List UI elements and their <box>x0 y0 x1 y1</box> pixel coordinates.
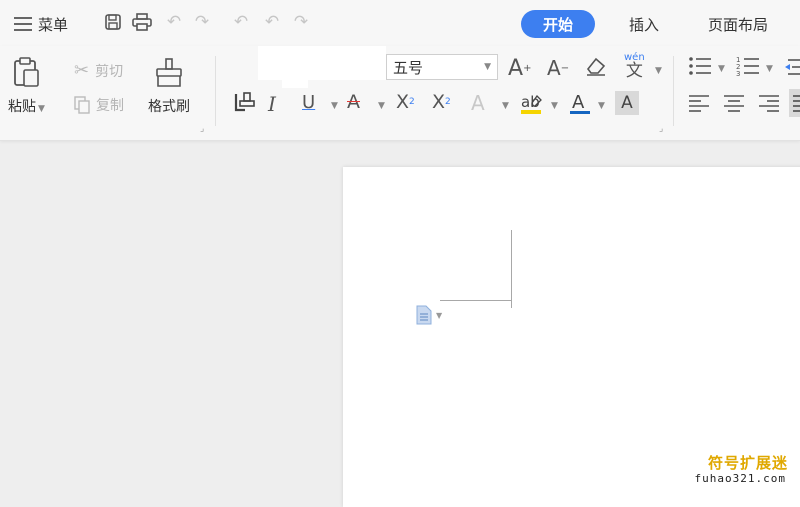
font-name-box[interactable] <box>258 46 386 80</box>
copy-icon <box>74 96 90 114</box>
justify-button[interactable] <box>789 89 800 117</box>
tab-insert[interactable]: 插入 <box>622 10 666 38</box>
caret-down-icon: ▼ <box>484 62 491 72</box>
cut-label: 剪切 <box>95 63 124 80</box>
phonetic-char: 文 <box>625 61 643 81</box>
caret-down-icon[interactable]: ▼ <box>766 64 773 74</box>
grow-font-icon[interactable]: A + <box>508 56 531 81</box>
superscript-icon[interactable]: X2 <box>396 91 415 113</box>
tab-home[interactable]: 开始 <box>521 10 595 38</box>
font-color-icon[interactable]: A <box>568 90 592 120</box>
text-effect-icon[interactable]: A <box>471 91 485 115</box>
undo-icon[interactable]: ↶ <box>163 11 185 33</box>
undo-icon[interactable]: ↶ <box>261 11 283 33</box>
bold-icon[interactable] <box>232 88 258 114</box>
hamburger-icon <box>14 17 32 31</box>
paste-label: 粘贴 <box>8 99 36 115</box>
obscured-area <box>282 74 308 88</box>
svg-text:3: 3 <box>736 70 740 76</box>
watermark-text: 符号扩展迷 <box>707 454 788 472</box>
caret-down-icon[interactable]: ▼ <box>551 101 558 111</box>
group-expand-icon[interactable]: ⌟ <box>200 124 204 134</box>
font-size-value: 五号 <box>393 58 424 77</box>
divider <box>215 56 216 126</box>
caret-down-icon[interactable]: ▼ <box>502 101 509 111</box>
svg-text:A: A <box>572 92 585 113</box>
phonetic-guide-button[interactable]: wén 文 <box>624 53 645 80</box>
copy-button[interactable]: 复制 <box>74 95 124 115</box>
divider <box>673 56 674 126</box>
shrink-font-icon[interactable]: A − <box>547 56 569 80</box>
format-painter-label: 格式刷 <box>148 99 190 115</box>
scissors-icon: ✂ <box>74 60 90 81</box>
margin-corner-mark <box>511 230 512 308</box>
menu-label: 菜单 <box>38 15 69 34</box>
paste-options-button[interactable]: ▼ <box>416 305 442 325</box>
caret-down-icon[interactable]: ▼ <box>718 64 725 74</box>
caret-down-icon[interactable]: ▼ <box>598 101 605 111</box>
caret-down-icon[interactable]: ▼ <box>655 66 662 76</box>
font-size-select[interactable]: 五号 ▼ <box>386 54 498 80</box>
watermark-url: fuhao321.com <box>694 472 786 485</box>
print-icon[interactable] <box>131 11 153 33</box>
redo-icon[interactable]: ↷ <box>191 11 213 33</box>
char-shading-icon[interactable]: A <box>615 91 639 115</box>
caret-down-icon[interactable]: ▼ <box>378 101 385 111</box>
document-icon <box>416 305 432 325</box>
tab-page-layout[interactable]: 页面布局 <box>700 10 776 38</box>
align-center-icon[interactable] <box>723 94 745 116</box>
subscript-icon[interactable]: X2 <box>432 91 451 113</box>
copy-label: 复制 <box>96 98 124 114</box>
brush-icon <box>156 58 182 87</box>
save-icon[interactable] <box>102 11 124 33</box>
paste-icon <box>14 57 40 87</box>
caret-down-icon: ▼ <box>38 104 45 114</box>
highlight-icon[interactable]: ab <box>519 90 545 120</box>
align-right-icon[interactable] <box>758 94 780 116</box>
align-left-icon[interactable] <box>688 94 710 116</box>
caret-down-icon: ▼ <box>436 310 443 320</box>
title-bar: 菜单 ↶ ↷ ↶ ↶ ↷ 开始 插入 页面布局 <box>0 0 800 46</box>
redo-icon[interactable]: ↷ <box>290 11 312 33</box>
caret-down-icon[interactable]: ▼ <box>331 101 338 111</box>
italic-icon[interactable]: I <box>268 92 276 116</box>
bullet-list-icon[interactable] <box>688 56 712 80</box>
format-painter-button[interactable]: 格式刷 <box>148 56 190 116</box>
justify-icon <box>793 95 800 112</box>
menu-button[interactable]: 菜单 <box>14 12 68 36</box>
strikethrough-icon[interactable]: A <box>347 91 360 113</box>
underline-icon[interactable]: U <box>302 92 315 113</box>
margin-corner-mark <box>440 300 512 301</box>
cut-button[interactable]: ✂ 剪切 <box>74 60 123 81</box>
decrease-indent-icon[interactable] <box>784 58 800 76</box>
group-expand-icon[interactable]: ⌟ <box>659 124 663 134</box>
numbered-list-icon[interactable]: 123 <box>736 56 760 80</box>
paste-button[interactable]: 粘贴 ▼ <box>8 56 45 116</box>
undo-icon[interactable]: ↶ <box>230 11 252 33</box>
eraser-icon[interactable] <box>585 55 607 77</box>
